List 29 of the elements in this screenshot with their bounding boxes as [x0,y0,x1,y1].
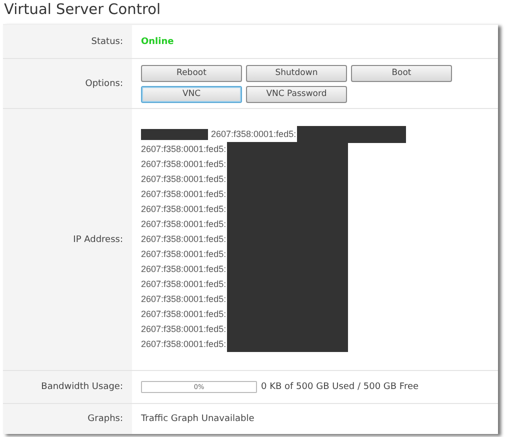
ip-address: 2607:f358:0001:fed5: [141,248,226,261]
usage-summary: 0 KB of 500 GB Used / 500 GB Free [261,382,419,392]
graphs-value: Traffic Graph Unavailable [141,414,254,424]
field-label: IP Address: [73,234,123,244]
ip-address: 2607:f358:0001:fed5: [141,263,226,276]
ip-address: 2607:f358:0001:fed5: [141,218,226,231]
ip-address: 2607:f358:0001:fed5: [141,338,226,351]
action-button[interactable]: Shutdown [246,64,347,82]
action-button[interactable]: VNC Password [246,86,347,102]
ip-address: 2607:f358:0001:fed5: [141,203,226,216]
ip-address: 2607:f358:0001:fed5: [211,128,296,141]
field-label: Options: [85,78,123,88]
field-label: Graphs: [88,414,123,424]
status-value: Online [141,36,174,46]
page-title: Virtual Server Control [3,2,162,20]
field-label: Bandwidth Usage: [41,382,123,392]
action-button[interactable]: Boot [351,64,452,82]
ip-address: 2607:f358:0001:fed5: [141,323,226,336]
action-button[interactable]: VNC [141,86,242,102]
ip-address: 2607:f358:0001:fed5: [141,143,226,156]
ip-address: 2607:f358:0001:fed5: [141,188,226,201]
ip-address: 2607:f358:0001:fed5: [141,158,226,171]
ip-address: 2607:f358:0001:fed5: [141,173,226,186]
ip-address: 2607:f358:0001:fed5: [141,233,226,246]
ip-address: 2607:f358:0001:fed5: [141,308,226,321]
ip-address: 2607:f358:0001:fed5: [141,293,226,306]
field-label: Status: [91,36,123,46]
ip-address: 2607:f358:0001:fed5: [141,278,226,291]
action-button[interactable]: Reboot [141,64,242,82]
